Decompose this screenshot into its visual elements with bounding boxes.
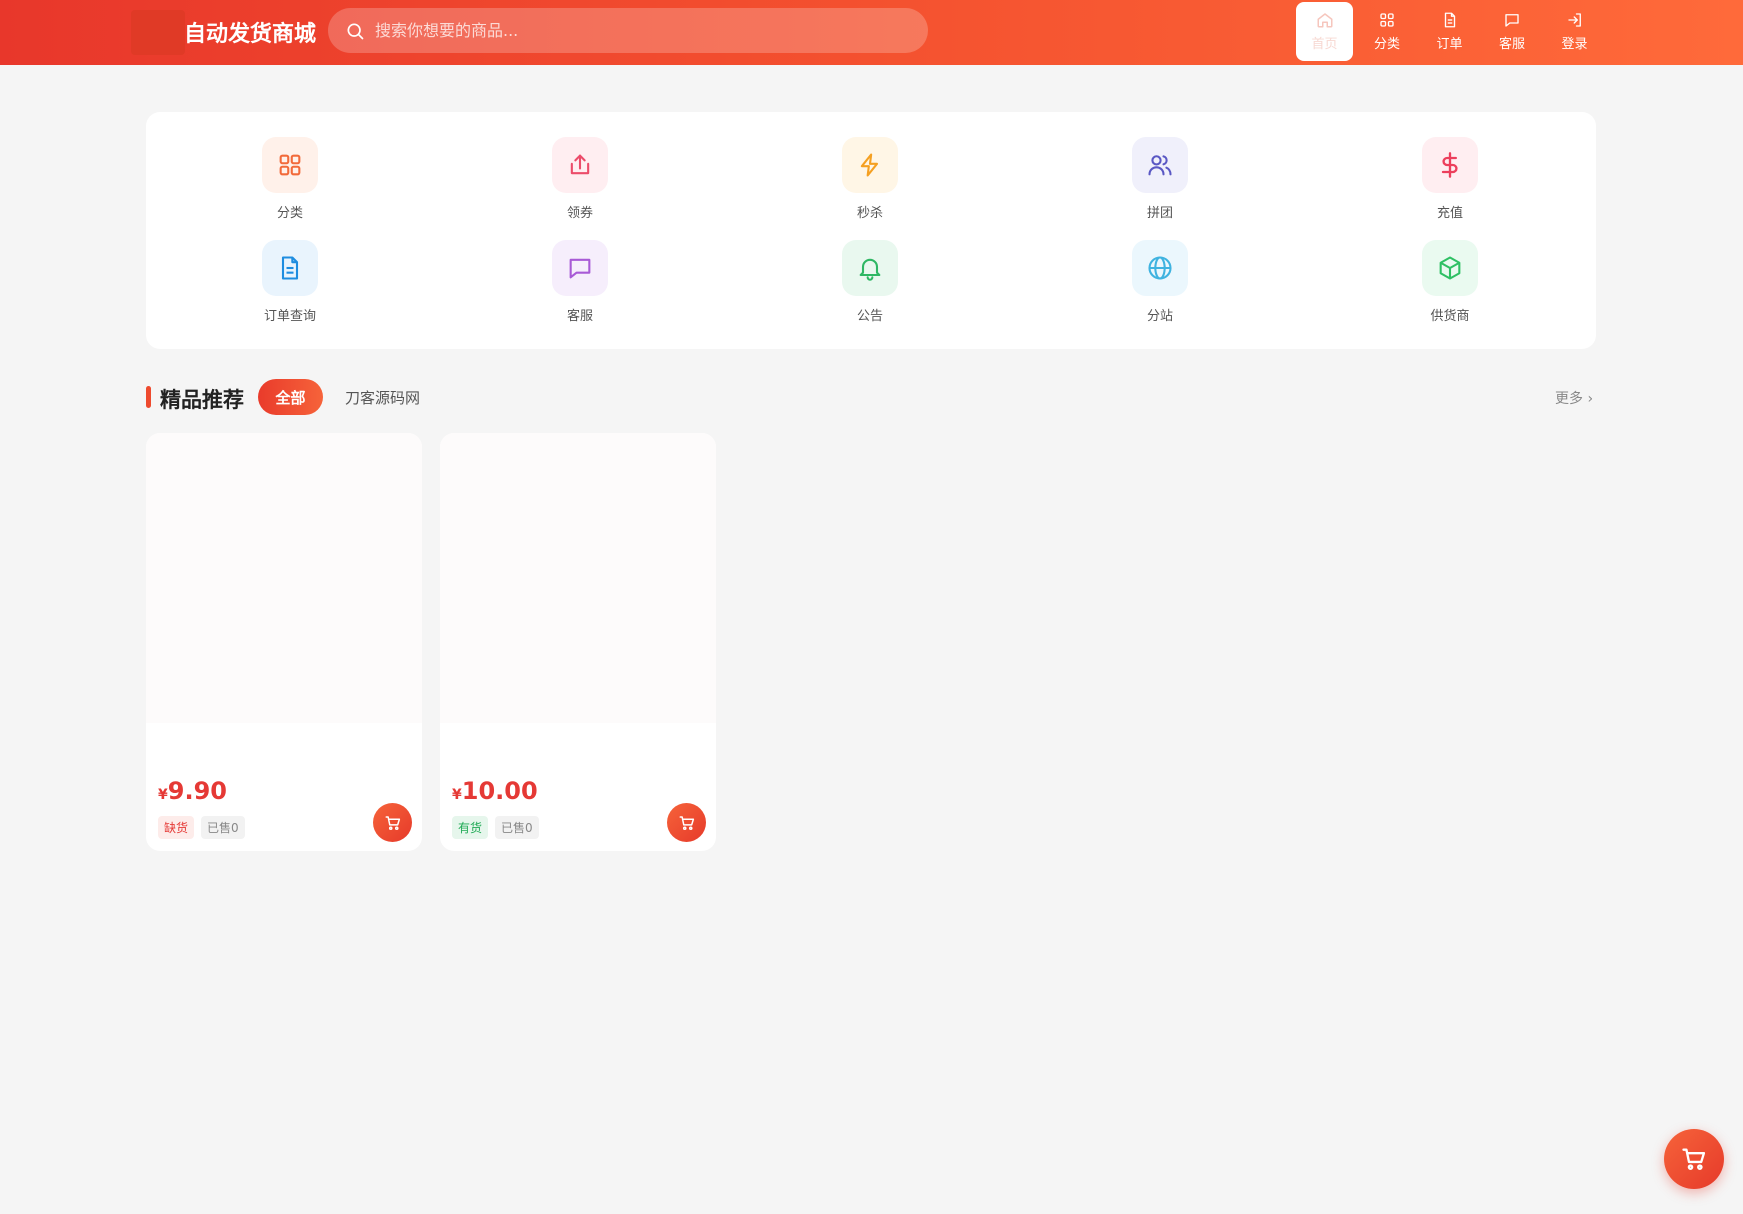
category-icon-bg [552,137,608,193]
site-logo[interactable] [131,10,185,55]
nav-login-label: 登录 [1561,37,1588,52]
category-icon-bg [1422,240,1478,296]
sold-badge: 已售0 [201,816,245,839]
category-icon-bg [262,240,318,296]
price-currency: ¥ [158,787,168,803]
category-item-notice[interactable]: 公告 [820,240,920,324]
nav-home[interactable]: 首页 [1296,2,1353,61]
nav-home-label: 首页 [1311,37,1338,52]
search-icon [347,23,364,40]
cart-icon [679,815,694,830]
product-tags: 有货 已售0 [452,816,546,839]
category-icon-bg [842,240,898,296]
category-label: 充值 [1436,206,1463,221]
more-link[interactable]: 更多 › [1555,388,1593,408]
category-item-group-buy[interactable]: 拼团 [1110,137,1210,221]
category-icon-bg [842,137,898,193]
category-icon-bg [1132,137,1188,193]
stock-badge: 有货 [452,816,489,839]
price-value: 9.90 [167,777,227,805]
top-header: 自动发货商城 首页 分类 订单 客服 登录 [0,0,1743,65]
file-text-icon [281,256,299,280]
message-icon [569,258,591,279]
category-label: 订单查询 [263,309,316,324]
nav-orders[interactable]: 订单 [1421,2,1478,61]
globe-icon [1148,256,1172,280]
dollar-icon [1441,152,1458,178]
search-input[interactable] [375,8,915,53]
category-icon-bg [1422,137,1478,193]
add-to-cart-button[interactable] [667,803,706,842]
stock-badge: 缺货 [158,816,195,839]
bell-icon [859,258,881,281]
category-icon-bg [262,137,318,193]
nav-orders-label: 订单 [1436,37,1463,52]
sold-badge: 已售0 [495,816,539,839]
category-label: 客服 [566,309,593,324]
product-card[interactable]: ¥10.00 有货 已售0 [440,433,716,851]
share-icon [570,154,590,175]
category-label: 供货商 [1430,309,1470,324]
category-item-substation[interactable]: 分站 [1110,240,1210,324]
section-title: 精品推荐 [160,388,244,412]
cart-icon [385,815,400,830]
section-accent-bar [146,386,151,408]
top-nav: 首页 分类 订单 客服 登录 [1296,2,1609,62]
category-item-flash-sale[interactable]: 秒杀 [820,137,920,221]
document-icon [1444,12,1455,28]
product-price: ¥9.90 [158,777,227,805]
search-bar[interactable] [328,8,928,53]
nav-category[interactable]: 分类 [1359,2,1416,61]
tab-all[interactable]: 全部 [258,379,323,415]
category-label: 分站 [1146,309,1173,324]
product-card[interactable]: ¥9.90 缺货 已售0 [146,433,422,851]
category-label: 拼团 [1146,206,1173,221]
product-tags: 缺货 已售0 [158,816,252,839]
product-price: ¥10.00 [452,777,538,805]
nav-category-label: 分类 [1373,37,1400,52]
category-item-coupon[interactable]: 领券 [530,137,630,221]
category-label: 分类 [276,206,303,221]
product-image[interactable] [146,433,422,723]
category-item-order-query[interactable]: 订单查询 [240,240,340,324]
lightning-icon [860,153,879,177]
category-icon-bg [1132,240,1188,296]
cart-icon [1682,1148,1706,1170]
category-label: 秒杀 [856,206,883,221]
category-panel: 分类 领券 秒杀 拼团 充值 订单查询 客服 公告 分站 供货商 [146,112,1596,349]
price-value: 10.00 [461,777,538,805]
message-icon [1505,14,1519,27]
category-item-service[interactable]: 客服 [530,240,630,324]
grid-icon [1380,13,1394,27]
nav-service[interactable]: 客服 [1484,2,1541,61]
site-title[interactable]: 自动发货商城 [184,16,316,48]
category-label: 领券 [566,206,593,221]
category-item-recharge[interactable]: 充值 [1400,137,1500,221]
product-image[interactable] [440,433,716,723]
nav-login[interactable]: 登录 [1546,2,1603,61]
grid-icon [279,154,301,176]
price-currency: ¥ [452,787,462,803]
home-icon [1317,13,1332,28]
users-icon [1148,155,1172,176]
category-label: 公告 [856,309,883,324]
tab-daoke[interactable]: 刀客源码网 [345,387,420,408]
floating-cart-button[interactable] [1664,1129,1724,1189]
box-icon [1439,256,1461,280]
category-item-classify[interactable]: 分类 [240,137,340,221]
category-item-supplier[interactable]: 供货商 [1400,240,1500,324]
add-to-cart-button[interactable] [373,803,412,842]
login-icon [1567,13,1581,27]
category-icon-bg [552,240,608,296]
nav-service-label: 客服 [1498,37,1525,52]
